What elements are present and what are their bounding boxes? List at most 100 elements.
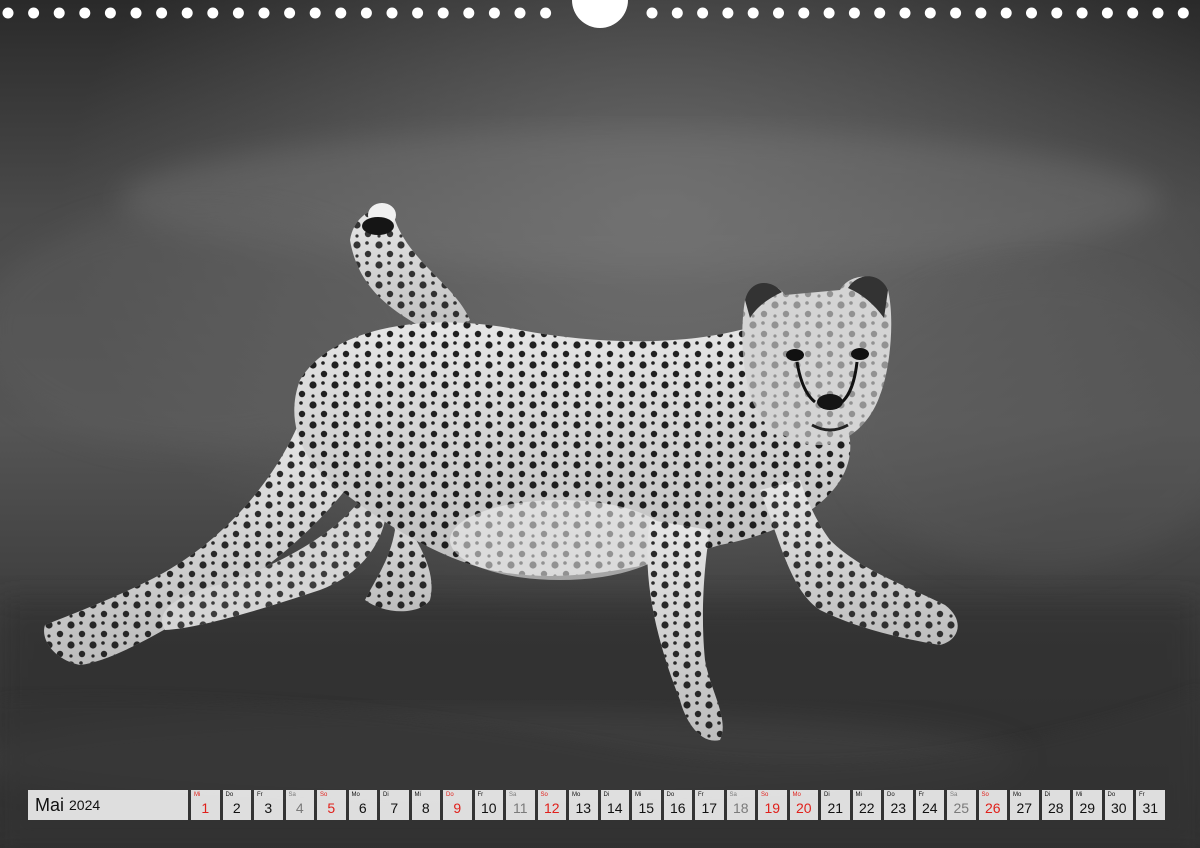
day-number: 12: [543, 800, 560, 816]
calendar-binding: [2, 0, 1189, 28]
binding-hole: [1127, 7, 1139, 19]
day-cell: Di 28: [1041, 790, 1070, 820]
binding-hole: [1076, 7, 1088, 19]
binding-hole: [412, 7, 424, 19]
weekday-label: So: [981, 792, 989, 798]
day-cell: Di 7: [380, 790, 409, 820]
day-number: 10: [480, 800, 497, 816]
day-cell: Do 2: [222, 790, 251, 820]
weekday-label: Fr: [257, 792, 263, 798]
day-cell: Sa 18: [726, 790, 755, 820]
day-cell: Mi 29: [1073, 790, 1102, 820]
binding-hole: [53, 7, 65, 19]
binding-hole: [1152, 7, 1164, 19]
binding-hole: [79, 7, 91, 19]
binding-hole: [258, 7, 270, 19]
binding-hole: [722, 7, 734, 19]
day-number: 21: [827, 800, 844, 816]
binding-hole: [104, 7, 116, 19]
binding-hole: [697, 7, 709, 19]
weekday-label: Fr: [918, 792, 925, 798]
day-number: 11: [512, 800, 528, 816]
binding-hole: [823, 7, 835, 19]
binding-hole: [848, 7, 860, 19]
day-cell: Fr 17: [695, 790, 724, 820]
day-number: 5: [327, 800, 336, 816]
binding-hole: [924, 7, 936, 19]
weekday-label: Do: [446, 792, 454, 798]
binding-hole: [874, 7, 886, 19]
day-cell: Di 14: [600, 790, 629, 820]
month-name: Mai: [35, 794, 65, 815]
day-cell: Mi 15: [632, 790, 661, 820]
day-number: 23: [890, 800, 907, 816]
day-cell: Fr 31: [1136, 790, 1165, 820]
day-cell: Do 9: [443, 790, 472, 820]
day-cell: Mo 20: [789, 790, 818, 820]
binding-hole: [386, 7, 398, 19]
binding-hole: [156, 7, 168, 19]
weekday-label: Mo: [792, 792, 801, 798]
weekday-label: Sa: [509, 792, 517, 798]
day-cell: Sa 4: [285, 790, 314, 820]
day-number: 24: [921, 800, 938, 816]
binding-hole: [1177, 7, 1189, 19]
binding-hole: [899, 7, 911, 19]
day-cell: Mi 8: [411, 790, 440, 820]
day-cell: Fr 10: [474, 790, 503, 820]
day-cell: Fr 3: [254, 790, 283, 820]
binding-hole: [335, 7, 347, 19]
day-cell: Sa 11: [506, 790, 535, 820]
binding-hole: [207, 7, 219, 19]
day-number: 18: [732, 800, 749, 816]
day-number: 2: [232, 800, 241, 816]
weekday-label: So: [540, 792, 548, 798]
binding-hole: [488, 7, 500, 19]
binding-hole: [1000, 7, 1012, 19]
day-cell: So 26: [978, 790, 1007, 820]
weekday-label: Di: [824, 792, 830, 798]
weekday-label: Mo: [1013, 792, 1022, 798]
binding-hole: [1051, 7, 1063, 19]
weekday-label: Fr: [698, 792, 704, 798]
day-number: 29: [1079, 800, 1096, 816]
binding-hole: [232, 7, 244, 19]
binding-hole: [309, 7, 321, 19]
binding-hole: [747, 7, 759, 19]
day-cell: Do 30: [1104, 790, 1133, 820]
weekday-label: Mi: [414, 792, 421, 798]
day-cell: Sa 25: [947, 790, 976, 820]
day-cell: Mo 6: [348, 790, 377, 820]
day-number: 7: [390, 800, 399, 816]
binding-hole: [463, 7, 475, 19]
binding-hole: [1101, 7, 1113, 19]
weekday-label: Di: [383, 792, 389, 798]
binding-hole: [284, 7, 296, 19]
weekday-label: Mi: [855, 792, 862, 798]
weekday-label: Di: [1044, 792, 1051, 798]
weekday-label: Sa: [729, 792, 737, 798]
day-number: 6: [358, 800, 367, 816]
binding-hole: [360, 7, 372, 19]
day-cell: Di 21: [821, 790, 850, 820]
weekday-label: Do: [1107, 792, 1116, 798]
binding-hole: [1026, 7, 1037, 19]
binding-hole: [437, 7, 449, 19]
day-number: 15: [638, 800, 655, 816]
day-cell: Mi 1: [191, 790, 220, 820]
weekday-label: Mi: [635, 792, 642, 798]
day-cell: Mo 13: [569, 790, 598, 820]
day-number: 13: [575, 800, 592, 816]
day-number: 25: [953, 800, 970, 816]
weekday-label: Do: [666, 792, 675, 798]
day-number: 30: [1110, 800, 1127, 816]
day-number: 27: [1016, 800, 1033, 816]
day-number: 22: [858, 800, 875, 816]
binding-hole: [798, 7, 810, 19]
year: 2024: [69, 797, 101, 813]
weekday-label: Sa: [288, 792, 296, 798]
binding-hole: [130, 7, 142, 19]
weekday-label: So: [761, 792, 769, 798]
weekday-label: Fr: [1139, 792, 1145, 798]
day-cell: So 5: [317, 790, 346, 820]
